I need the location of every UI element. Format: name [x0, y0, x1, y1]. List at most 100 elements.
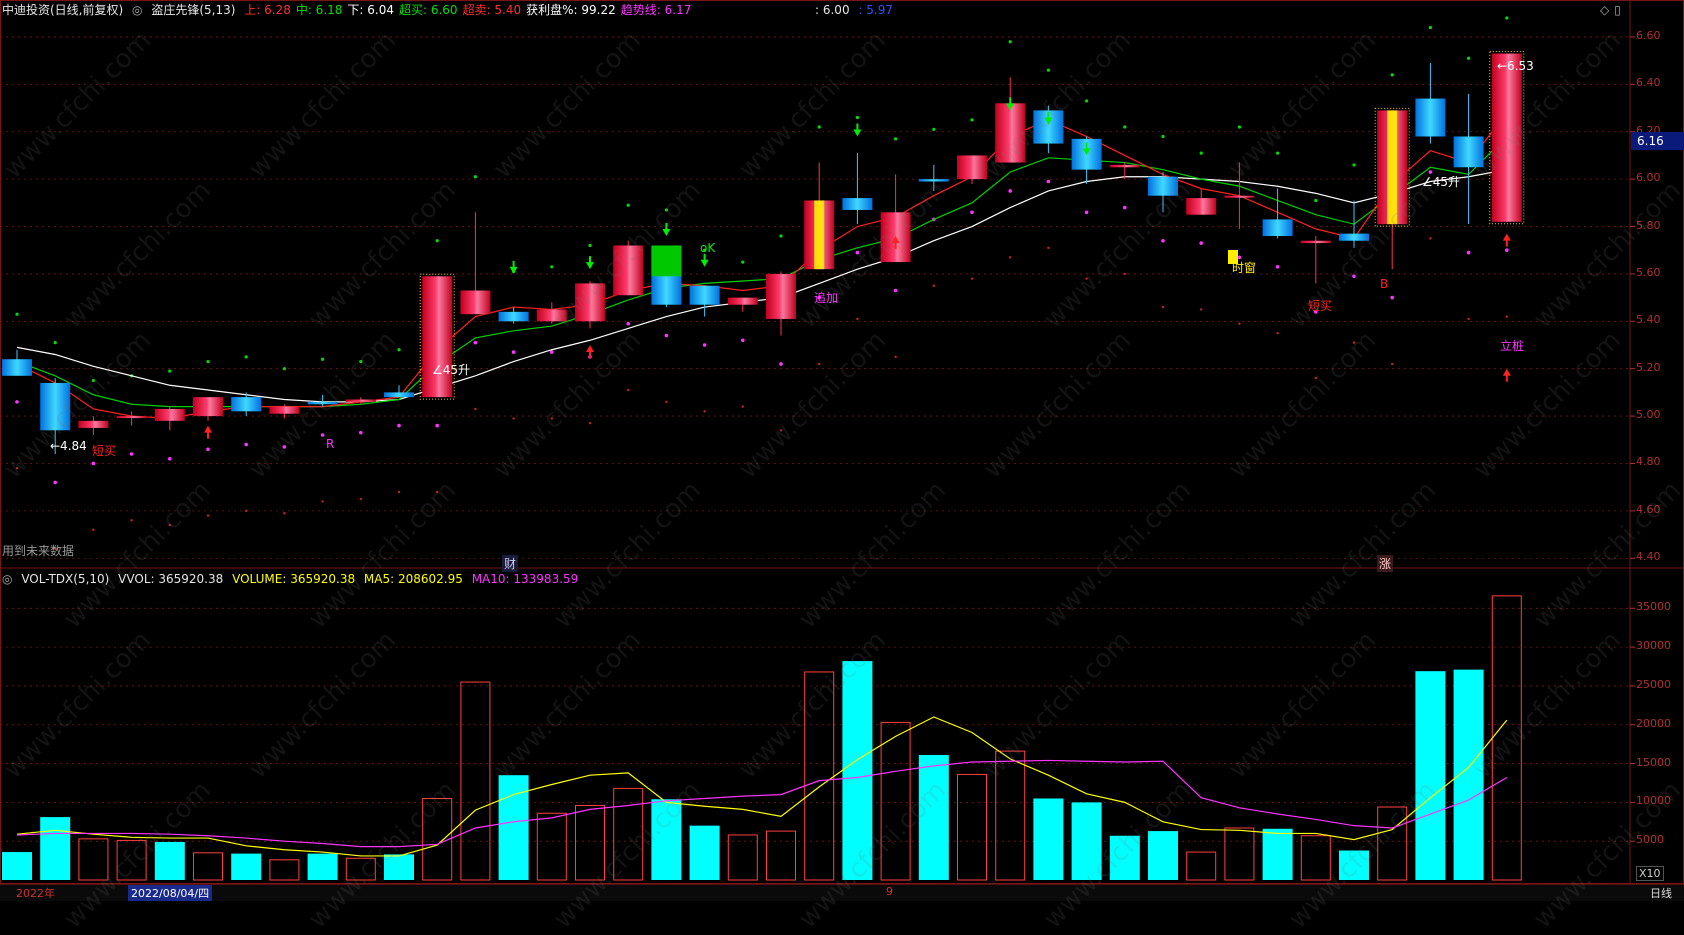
- volume-bar-up: [1224, 827, 1255, 881]
- volume-bar-up: [1186, 851, 1217, 881]
- oversold-dot: [1085, 277, 1088, 280]
- oversold-dot: [703, 410, 706, 413]
- support-dot: [320, 433, 325, 437]
- buy-arrow-icon: [1502, 233, 1511, 247]
- price-tick-label: 5.20: [1636, 360, 1661, 374]
- support-dot: [664, 333, 669, 338]
- support-dot: [1008, 189, 1012, 193]
- overbought-dot: [894, 137, 898, 141]
- volume-bar-down: [1339, 850, 1369, 880]
- volume-bar-down: [40, 817, 71, 880]
- candle-body: [78, 420, 109, 428]
- candle-body: [307, 401, 338, 405]
- candle-body: [40, 382, 71, 431]
- pile-signal: 立桩: [1500, 338, 1524, 353]
- volume-tick-label: 35000: [1636, 600, 1671, 614]
- support-dot: [855, 250, 860, 255]
- sell-arrow-icon: [700, 253, 709, 267]
- support-dot: [435, 423, 440, 428]
- oversold-dot: [206, 514, 210, 517]
- support-dot: [129, 452, 134, 456]
- support-dot: [970, 210, 974, 215]
- date-bar: 2022年 2022/08/04/四 9 日线: [0, 884, 1684, 901]
- volume-bar-down: [154, 841, 185, 880]
- volume-bar-down: [2, 852, 32, 880]
- current-price-tag: 6.16: [1631, 132, 1684, 151]
- volume-bar-up: [345, 857, 376, 881]
- period-label[interactable]: 日线: [1650, 885, 1672, 901]
- support-dot: [702, 343, 707, 347]
- support-dot: [1084, 210, 1089, 215]
- overbought-dot: [1467, 56, 1471, 60]
- candle-body: [727, 297, 758, 305]
- candle-body: [613, 245, 644, 296]
- candle-body: [460, 290, 491, 315]
- volume-bar-up: [269, 859, 300, 881]
- ma5-value: MA5: 208602.95: [363, 572, 463, 586]
- overbought-dot: [244, 355, 248, 359]
- support-dot: [741, 338, 745, 343]
- overbought-dot: [1352, 163, 1356, 167]
- candle-body: [1415, 98, 1446, 137]
- support-dot: [15, 400, 19, 404]
- oversold-dot: [1467, 317, 1470, 321]
- volume-bar-down: [1453, 669, 1484, 880]
- oversold-dot: [1123, 272, 1127, 276]
- overbought-dot: [397, 348, 401, 352]
- price-axis: 6.60 6.40 6.20 6.00 5.80 5.60 5.40 5.20 5.00 4.80…: [1630, 0, 1684, 568]
- oversold-dot: [1314, 376, 1318, 380]
- short-buy-signal: 短买: [92, 444, 116, 458]
- volume-bar-up: [804, 671, 835, 881]
- oversold-dot: [92, 528, 95, 532]
- candle-body: [269, 406, 300, 414]
- chart-canvas[interactable]: ←4.84←6.53短买短买追加时窗立桩oK∠45升∠45升RB: [0, 0, 1684, 900]
- volume-value: VOLUME: 365920.38: [232, 572, 356, 586]
- overbought-dot: [855, 115, 860, 120]
- sell-arrow-icon: [853, 123, 862, 137]
- volume-bar-up: [995, 750, 1026, 881]
- volume-tick-label: 20000: [1636, 716, 1671, 730]
- support-dot: [1237, 255, 1242, 260]
- ma10-value: MA10: 133983.59: [471, 572, 579, 586]
- limit-up-marker[interactable]: 涨: [1377, 555, 1394, 572]
- sell-arrow-icon: [586, 256, 594, 270]
- oversold-dot: [512, 417, 515, 420]
- support-dot: [282, 445, 287, 449]
- overbought-dot: [282, 367, 286, 371]
- volume-bar-down: [1262, 828, 1293, 880]
- support-dot: [1161, 238, 1165, 243]
- buy-arrow-icon: [586, 345, 594, 358]
- price-tick-label: 6.60: [1636, 28, 1661, 42]
- sell-arrow-icon: [662, 223, 671, 236]
- overbought-dot: [435, 239, 439, 243]
- overbought-dot: [1046, 68, 1050, 72]
- support-dot: [1390, 295, 1394, 300]
- vvol-value: VVOL: 365920.38: [118, 572, 224, 586]
- support-dot: [1428, 170, 1433, 174]
- support-dot: [359, 430, 363, 435]
- volume-indicator-name[interactable]: VOL-TDX(5,10): [21, 572, 109, 586]
- candle-body: [575, 283, 605, 322]
- price-tick-label: 4.80: [1636, 455, 1661, 469]
- price-tick-label: 6.00: [1636, 171, 1661, 185]
- r-signal: R: [326, 437, 334, 451]
- finance-marker[interactable]: 财: [502, 555, 519, 572]
- oversold-dot: [1047, 246, 1050, 250]
- overbought-dot: [168, 369, 172, 373]
- rise45-signal: ∠45升: [432, 363, 470, 377]
- candle-body: [957, 155, 987, 180]
- oversold-dot: [245, 509, 248, 513]
- overbought-dot: [1123, 125, 1127, 129]
- overbought-dot: [970, 118, 974, 122]
- oversold-dot: [474, 407, 477, 411]
- volume-bar-up: [880, 721, 911, 881]
- candle-body: [384, 392, 414, 398]
- volume-toggle-icon[interactable]: ◎: [2, 572, 12, 586]
- overbought-dot: [1161, 134, 1165, 139]
- volume-tick-label: 15000: [1636, 755, 1671, 769]
- volume-bar-down: [651, 799, 682, 880]
- price-tick-label: 5.40: [1636, 313, 1661, 327]
- volume-bar-up: [575, 804, 605, 881]
- volume-bar-down: [498, 775, 529, 880]
- support-dot: [626, 321, 630, 326]
